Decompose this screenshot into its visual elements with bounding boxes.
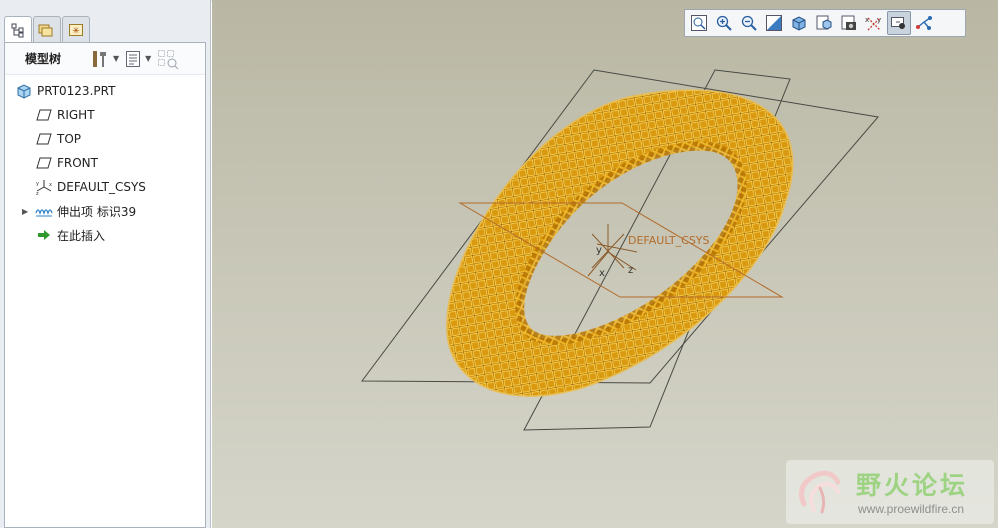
- zoom-in-button[interactable]: [712, 11, 736, 35]
- flame-logo-icon: [799, 470, 841, 514]
- tree-item-top[interactable]: TOP: [5, 127, 205, 151]
- tree-item-label: 在此插入: [57, 228, 106, 243]
- tree-settings-button[interactable]: ▼: [91, 48, 119, 70]
- model-tree-panel: 模型树 ▼ ▼ PRT0123.PRT RIGHT TOP FRONT y x …: [4, 42, 206, 528]
- navigator-panel: ✳ 模型树 ▼ ▼ PRT0123.PRT RIGHT TOP FRONT y …: [0, 0, 211, 528]
- tree-item-default-csys[interactable]: y x z DEFAULT_CSYS: [5, 175, 205, 199]
- spin-center-button[interactable]: [887, 11, 911, 35]
- annotation-display-icon: [916, 16, 932, 30]
- navigator-tabs: ✳: [4, 16, 90, 43]
- zoom-out-icon: [741, 15, 757, 31]
- csys-axis-y: y: [596, 245, 602, 256]
- tree-item-label: FRONT: [57, 156, 98, 170]
- tree-item-label: TOP: [57, 132, 82, 146]
- svg-text:x: x: [865, 16, 869, 24]
- model-tree-toolbar: 模型树 ▼ ▼: [5, 43, 205, 75]
- folder-browser-tab[interactable]: [33, 16, 61, 42]
- expand-arrow-icon[interactable]: ▶: [22, 207, 28, 216]
- svg-text:y: y: [877, 16, 881, 24]
- saved-views-button[interactable]: [812, 11, 836, 35]
- tree-item-part[interactable]: PRT0123.PRT: [5, 79, 205, 103]
- datum-display-button[interactable]: x y: [862, 11, 886, 35]
- tree-show-button[interactable]: ▼: [125, 48, 151, 70]
- tree-item-front[interactable]: FRONT: [5, 151, 205, 175]
- datum-display-icon: x y: [865, 16, 881, 31]
- spin-center-icon: [891, 17, 905, 29]
- refit-button[interactable]: [687, 11, 711, 35]
- show-icon: [126, 50, 141, 67]
- chevron-down-icon: ▼: [145, 54, 152, 63]
- model-tree-tab[interactable]: [4, 16, 32, 43]
- insert-here-arrow-icon: [35, 227, 53, 243]
- svg-text:z: z: [36, 191, 39, 195]
- display-style-button[interactable]: [787, 11, 811, 35]
- torus-model[interactable]: [446, 89, 794, 397]
- tree-item-label: PRT0123.PRT: [37, 84, 116, 98]
- view-manager-icon: [841, 15, 856, 30]
- tree-item-label: 伸出项 标识39: [57, 204, 137, 219]
- refit-icon: [691, 15, 707, 31]
- forum-watermark: 野火论坛 www.proewildfire.cn: [786, 460, 994, 524]
- favorites-icon: ✳: [69, 23, 83, 36]
- tree-item-label: RIGHT: [57, 108, 95, 122]
- csys-icon: y x z: [35, 179, 53, 195]
- datum-plane-icon: [35, 107, 53, 123]
- svg-text:x: x: [49, 182, 52, 188]
- csys-label: DEFAULT_CSYS: [628, 234, 710, 247]
- annotation-display-button[interactable]: [912, 11, 936, 35]
- tree-item-label: DEFAULT_CSYS: [57, 180, 146, 194]
- model-tree: PRT0123.PRT RIGHT TOP FRONT y x z DEFAUL…: [5, 75, 205, 247]
- part-icon: [15, 83, 33, 99]
- tree-filter-button[interactable]: [157, 48, 179, 70]
- view-toolbar: x y: [684, 9, 966, 37]
- filter-icon: [158, 49, 179, 69]
- model-viewport[interactable]: DEFAULT_CSYS y x z: [212, 0, 998, 528]
- model-tree-icon: [11, 23, 24, 38]
- csys-axis-x: x: [599, 268, 605, 279]
- saved-views-icon: [816, 15, 832, 30]
- repaint-icon: [766, 15, 782, 31]
- display-style-icon: [792, 16, 806, 31]
- protrusion-icon: [35, 203, 53, 219]
- datum-plane-icon: [35, 131, 53, 147]
- model-tree-title: 模型树: [25, 52, 62, 66]
- graphics-window[interactable]: DEFAULT_CSYS y x z x y: [212, 0, 998, 528]
- view-manager-button[interactable]: [837, 11, 861, 35]
- zoom-in-icon: [716, 15, 732, 31]
- folder-browser-icon: [38, 24, 53, 36]
- tree-item-protrusion[interactable]: ▶ 伸出项 标识39: [5, 199, 205, 223]
- tree-item-right[interactable]: RIGHT: [5, 103, 205, 127]
- tree-item-insert-here[interactable]: 在此插入: [5, 223, 205, 247]
- watermark-url: www.proewildfire.cn: [858, 502, 965, 516]
- favorites-tab[interactable]: ✳: [62, 16, 90, 42]
- zoom-out-button[interactable]: [737, 11, 761, 35]
- settings-icon: [93, 50, 106, 67]
- svg-text:y: y: [36, 181, 39, 187]
- watermark-title: 野火论坛: [856, 471, 969, 500]
- repaint-button[interactable]: [762, 11, 786, 35]
- csys-axis-z: z: [628, 265, 633, 276]
- chevron-down-icon: ▼: [113, 54, 120, 63]
- svg-text:✳: ✳: [72, 26, 80, 36]
- datum-plane-icon: [35, 155, 53, 171]
